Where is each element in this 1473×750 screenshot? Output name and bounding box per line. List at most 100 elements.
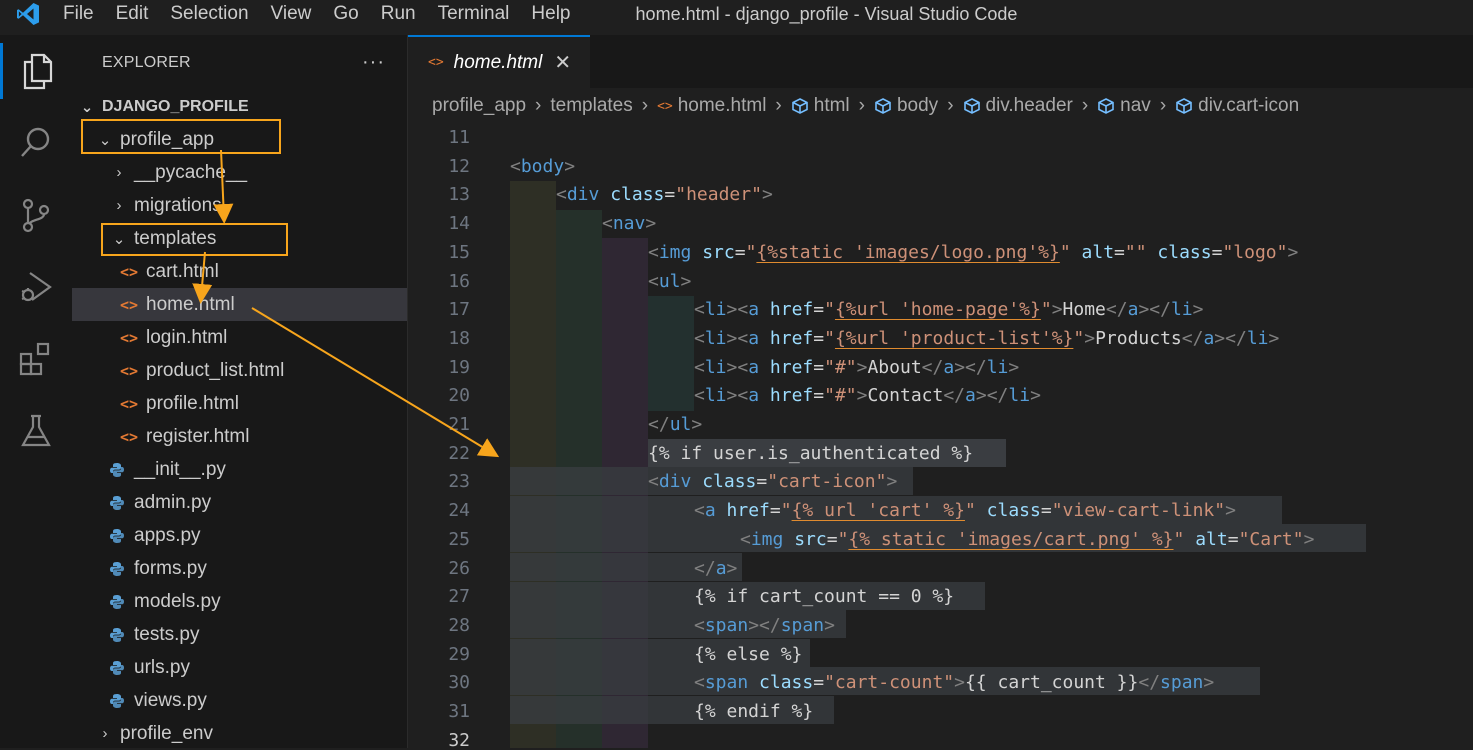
tree-file-init-py[interactable]: __init__.py [72, 453, 407, 486]
code-line: <ul> [648, 270, 692, 292]
breadcrumb-item[interactable]: div.header [986, 95, 1073, 117]
element-cube-icon [1175, 97, 1193, 115]
chevron-right-icon: › [947, 95, 954, 116]
tree-file-home-html[interactable]: <> home.html [72, 288, 407, 321]
python-file-icon [108, 561, 126, 577]
tree-file-admin-py[interactable]: admin.py [72, 486, 407, 519]
indent-guide [648, 296, 694, 411]
chevron-right-icon: › [102, 725, 108, 742]
python-file-icon [108, 594, 126, 610]
code-line: {% if user.is_authenticated %} [648, 442, 974, 464]
tree-item-label: product_list.html [146, 359, 285, 381]
breadcrumb-item[interactable]: html [814, 95, 850, 117]
chevron-right-icon: › [775, 95, 782, 116]
tree-file-login-html[interactable]: <> login.html [72, 321, 407, 354]
element-cube-icon [791, 97, 809, 115]
testing-icon[interactable] [0, 403, 72, 459]
breadcrumb-item[interactable]: profile_app [432, 95, 526, 117]
code-line: </a> [694, 557, 738, 579]
tree-folder-migrations[interactable]: › migrations [72, 189, 407, 222]
line-number: 11 [448, 127, 470, 148]
line-number: 17 [448, 299, 470, 321]
code-line: <a href="{% url 'cart' %}" class="view-c… [694, 500, 1236, 522]
tree-file-product-list-html[interactable]: <> product_list.html [72, 354, 407, 387]
line-number: 29 [448, 643, 470, 665]
tree-file-cart-html[interactable]: <> cart.html [72, 255, 407, 288]
line-number: 18 [448, 327, 470, 349]
element-cube-icon [874, 97, 892, 115]
code-line: {% endif %} [694, 701, 814, 722]
chevron-right-icon: › [116, 197, 122, 214]
code-line: <div class="header"> [556, 184, 773, 206]
code-line: <div class="cart-icon"> [648, 471, 898, 493]
line-number: 15 [448, 241, 470, 263]
menu-terminal[interactable]: Terminal [427, 0, 521, 28]
extensions-icon[interactable] [0, 331, 72, 387]
html-file-icon: <> [428, 55, 444, 70]
code-line: <span class="cart-count">{{ cart_count }… [694, 672, 1215, 694]
tree-file-views-py[interactable]: views.py [72, 684, 407, 717]
explorer-header: EXPLORER ··· [72, 35, 407, 90]
menu-selection[interactable]: Selection [159, 0, 259, 28]
tree-file-profile-html[interactable]: <> profile.html [72, 387, 407, 420]
line-number: 21 [448, 414, 470, 435]
menu-view[interactable]: View [260, 0, 323, 28]
tree-item-label: models.py [134, 590, 221, 612]
line-number: 25 [448, 528, 470, 550]
tree-item-label: __pycache__ [134, 161, 248, 183]
code-editor[interactable]: 11 12 13 14 15 16 17 18 19 20 21 22 23 2… [408, 124, 1473, 748]
tree-item-label: home.html [146, 293, 235, 315]
menu-edit[interactable]: Edit [105, 0, 160, 28]
chevron-right-icon: › [1159, 95, 1167, 116]
python-file-icon [108, 495, 126, 511]
menu-file[interactable]: File [52, 0, 105, 28]
explorer-title: EXPLORER [102, 53, 191, 71]
line-number: 12 [448, 155, 470, 177]
search-icon[interactable] [0, 115, 72, 171]
breadcrumb-item[interactable]: body [897, 95, 938, 117]
chevron-right-icon: › [1081, 95, 1089, 116]
more-actions-icon[interactable]: ··· [362, 51, 385, 74]
explorer-icon[interactable] [0, 43, 72, 99]
chevron-down-icon: ⌄ [112, 230, 126, 248]
code-line: <li><a href="{%url 'product-list'%}">Pro… [694, 327, 1280, 349]
line-number: 23 [448, 471, 470, 493]
breadcrumb-item[interactable]: nav [1120, 95, 1151, 117]
code-line: </ul> [648, 414, 703, 435]
close-icon[interactable]: ✕ [554, 50, 571, 75]
menu-run[interactable]: Run [370, 0, 427, 28]
tree-file-models-py[interactable]: models.py [72, 585, 407, 618]
tree-file-tests-py[interactable]: tests.py [72, 618, 407, 651]
tree-file-register-html[interactable]: <> register.html [72, 420, 407, 453]
tree-file-apps-py[interactable]: apps.py [72, 519, 407, 552]
breadcrumb-item[interactable]: home.html [678, 95, 767, 117]
breadcrumb: profile_app › templates › <> home.html ›… [432, 88, 1299, 124]
tree-folder-pycache[interactable]: › __pycache__ [72, 156, 407, 189]
vscode-logo-icon[interactable] [14, 0, 42, 28]
tree-folder-profile-env[interactable]: › profile_env [72, 717, 407, 750]
html-file-icon: <> [119, 328, 139, 347]
breadcrumb-item[interactable]: templates [550, 95, 632, 117]
code-line: {% if cart_count == 0 %} [694, 586, 955, 608]
html-file-icon: <> [119, 361, 139, 380]
breadcrumb-item[interactable]: div.cart-icon [1198, 95, 1299, 117]
tree-folder-profile-app[interactable]: ⌄ profile_app [72, 123, 407, 156]
menu-go[interactable]: Go [322, 0, 369, 28]
tree-item-label: profile_env [120, 722, 213, 744]
tree-item-label: profile_app [120, 128, 215, 150]
menu-help[interactable]: Help [520, 0, 581, 28]
chevron-right-icon: › [116, 164, 122, 181]
run-debug-icon[interactable] [0, 259, 72, 315]
tree-file-forms-py[interactable]: forms.py [72, 552, 407, 585]
line-number: 16 [448, 270, 470, 292]
chevron-right-icon: › [858, 95, 865, 116]
tab-home-html[interactable]: <> home.html ✕ [408, 35, 590, 88]
code-line: <li><a href="#">Contact</a></li> [694, 385, 1041, 407]
tree-folder-templates[interactable]: ⌄ templates [72, 222, 407, 255]
line-number-current: 32 [448, 729, 470, 748]
line-number: 27 [448, 586, 470, 608]
project-folder[interactable]: ⌄ DJANGO_PROFILE [72, 90, 407, 123]
tree-file-urls-py[interactable]: urls.py [72, 651, 407, 684]
tree-item-label: cart.html [146, 260, 219, 282]
source-control-icon[interactable] [0, 187, 72, 243]
